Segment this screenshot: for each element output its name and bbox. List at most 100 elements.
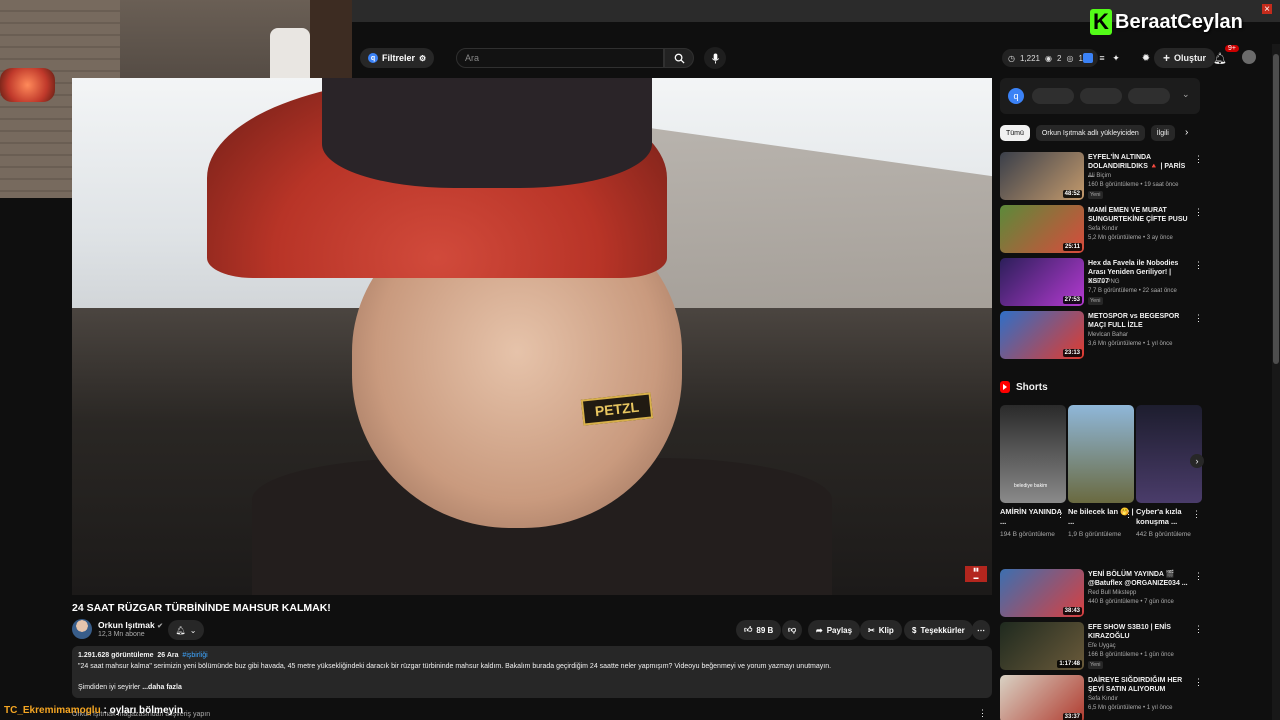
youtube-header: q Filtreler ⚙ Ara ◷ 1,221 ◉ 2 ◎ 153 ≡ ✦ … [352, 44, 1280, 72]
video-thumbnail[interactable]: 38:43 [1000, 569, 1084, 617]
more-vertical-icon[interactable]: ⋮ [1194, 207, 1203, 218]
short-thumbnail[interactable] [1068, 405, 1134, 503]
clip-button[interactable]: ✂ Klip [860, 620, 902, 640]
window-close-icon[interactable]: × [1262, 4, 1272, 15]
duration-badge: 38:43 [1062, 607, 1082, 615]
voice-search-button[interactable] [704, 47, 726, 69]
video-player[interactable]: PETZL ▮▮ ▬ [72, 78, 992, 595]
short-card[interactable]: Cyber'a kızla konuşma ... 442 B görüntüle… [1136, 405, 1202, 539]
channel-name[interactable]: Orkun Işıtmak ✔ [98, 620, 163, 630]
account-avatar[interactable] [1242, 50, 1256, 64]
video-thumbnail[interactable]: 1:17:48 [1000, 622, 1084, 670]
channel-name[interactable]: Sefa Kındır [1088, 226, 1118, 232]
video-thumbnail[interactable]: 33:37 [1000, 675, 1084, 720]
more-horizontal-icon: ⋯ [977, 625, 985, 635]
extension-pill-1[interactable] [1032, 88, 1074, 104]
share-icon: ➦ [816, 625, 823, 635]
subscription-bell-button[interactable]: 🔔︎ ⌄ [168, 620, 204, 640]
video-recommendation[interactable]: 27:53 Hex da Favela ile Nobodies Arası Ye… [1000, 258, 1203, 308]
extension-pill-3[interactable] [1128, 88, 1170, 104]
video-recommendation[interactable]: 23:13 METOSPOR vs BEGESPOR MAÇI FULL İZLE… [1000, 311, 1203, 361]
subscribe-watermark-icon[interactable]: ▮▮ ▬ [965, 566, 987, 582]
video-meta: 160 B görüntüleme • 19 saat önce [1088, 182, 1179, 188]
more-vertical-icon[interactable]: ⋮ [1194, 260, 1203, 271]
hashtag-link[interactable]: #işbirliği [182, 652, 207, 659]
video-recommendation[interactable]: 33:37 DAİREYE SIĞDIRDIĞIM HER ŞEYİ SATIN … [1000, 675, 1203, 720]
notification-badge: 9+ [1225, 45, 1239, 52]
channel-name[interactable]: Mevlcan Bahar [1088, 332, 1128, 338]
more-vertical-icon[interactable]: ⋮ [1194, 154, 1203, 165]
more-vertical-icon[interactable]: ⋮ [1192, 509, 1201, 520]
video-thumbnail[interactable]: 27:53 [1000, 258, 1084, 306]
channel-name[interactable]: DDRP PNG [1088, 279, 1120, 285]
video-title[interactable]: YENİ BÖLÜM YAYINDA 🎬 @Batuflex @ORGANIZE… [1088, 570, 1188, 588]
shorts-next-icon[interactable]: › [1190, 454, 1204, 468]
chat-text: : oyları bölmeyin [103, 705, 183, 716]
view-icon: ◎ [1066, 53, 1074, 63]
video-recommendation[interactable]: 38:43 YENİ BÖLÜM YAYINDA 🎬 @Batuflex @ORG… [1000, 569, 1203, 619]
store-more-icon[interactable]: ⋮ [978, 708, 987, 719]
short-views: 442 B görüntüleme [1136, 531, 1191, 538]
channel-name[interactable]: Red Bull Mikstepp [1088, 590, 1136, 596]
new-badge: Yeni [1088, 297, 1103, 305]
dislike-button[interactable]: 👎︎ [782, 620, 803, 640]
search-button[interactable] [664, 48, 694, 68]
thanks-button[interactable]: $ Teşekkürler [904, 620, 973, 640]
scrollbar-thumb[interactable] [1273, 54, 1279, 364]
channel-name[interactable]: Sefa Kındır [1088, 696, 1118, 702]
video-recommendation[interactable]: 48:52 EYFEL'İN ALTINDA DOLANDIRILDIKS 🔺 |… [1000, 152, 1203, 202]
settings-icon[interactable]: ✹ [1138, 50, 1154, 66]
channel-avatar[interactable] [72, 619, 92, 639]
duration-badge: 23:13 [1062, 349, 1082, 357]
short-card[interactable]: Ne bilecek lan 🤭 | ... 1,9 B görüntüleme ⋮ [1068, 405, 1134, 539]
shorts-icon [1000, 381, 1010, 393]
search-input[interactable]: Ara [456, 48, 664, 68]
short-card[interactable]: belediye bakim AMİRİN YANINDA ... 194 B gö… [1000, 405, 1066, 539]
short-thumbnail[interactable]: belediye bakim [1000, 405, 1066, 503]
more-vertical-icon[interactable]: ⋮ [1194, 677, 1203, 688]
puzzle-icon[interactable]: ✦ [1108, 50, 1124, 66]
webcam-heater [0, 68, 55, 102]
like-button[interactable]: 👍︎ 89 B [736, 620, 782, 640]
chevron-right-icon[interactable]: › [1185, 127, 1188, 138]
chip-uploader[interactable]: Orkun Işıtmak adlı yükleyiciden [1035, 125, 1145, 141]
description-box[interactable]: 1.291.628 görüntüleme 26 Ara #işbirliği … [72, 646, 992, 698]
plus-icon: + [1163, 51, 1171, 65]
extension-panel[interactable]: q ⌄ [1000, 78, 1200, 114]
channel-row: Orkun Işıtmak ✔ 12,3 Mn abone 🔔︎ ⌄ 👍︎ 89… [72, 618, 992, 642]
bell-icon: 🔔︎ [175, 625, 186, 635]
show-more-link[interactable]: ...daha fazla [142, 684, 182, 691]
share-button[interactable]: ➦ Paylaş [808, 620, 861, 640]
extension-pill-2[interactable] [1080, 88, 1122, 104]
video-thumbnail[interactable]: 48:52 [1000, 152, 1084, 200]
chevron-down-icon[interactable]: ⌄ [1182, 89, 1190, 100]
video-title[interactable]: METOSPOR vs BEGESPOR MAÇI FULL İZLE [1088, 312, 1188, 330]
video-recommendation[interactable]: 1:17:48 EFE SHOW S3B10 | ENİS KIRAZOĞLU Ef… [1000, 622, 1203, 672]
filters-button[interactable]: q Filtreler ⚙ [360, 48, 435, 68]
more-actions-button[interactable]: ⋯ [972, 620, 990, 640]
page-scrollbar[interactable] [1272, 44, 1280, 720]
more-vertical-icon[interactable]: ⋮ [1194, 624, 1203, 635]
channel-name[interactable]: Efe Uygaç [1088, 643, 1116, 649]
video-title[interactable]: EFE SHOW S3B10 | ENİS KIRAZOĞLU [1088, 623, 1188, 641]
create-label: Oluştur [1174, 53, 1207, 63]
chip-related[interactable]: İlgili [1150, 125, 1175, 141]
video-recommendation[interactable]: 25:11 MAMİ EMEN VE MURAT SUNGURTEKİNE ÇİF… [1000, 205, 1203, 255]
bell-icon[interactable]: 🔔︎ [1212, 50, 1228, 66]
chip-all[interactable]: Tümü [1000, 125, 1030, 141]
video-thumbnail[interactable]: 25:11 [1000, 205, 1084, 253]
like-count: 89 B [756, 625, 774, 635]
more-vertical-icon[interactable]: ⋮ [1194, 571, 1203, 582]
video-title[interactable]: DAİREYE SIĞDIRDIĞIM HER ŞEYİ SATIN ALIYO… [1088, 676, 1188, 694]
more-vertical-icon[interactable]: ⋮ [1194, 313, 1203, 324]
thanks-label: Teşekkürler [920, 625, 965, 635]
short-thumbnail[interactable] [1136, 405, 1202, 503]
channel-name[interactable]: Ali Biçim [1088, 173, 1111, 179]
video-thumbnail[interactable]: 23:13 [1000, 311, 1084, 359]
create-button[interactable]: + Oluştur [1154, 48, 1216, 68]
video-title[interactable]: MAMİ EMEN VE MURAT SUNGURTEKİNE ÇİFTE PU… [1088, 206, 1188, 224]
more-vertical-icon[interactable]: ⋮ [1056, 509, 1065, 520]
video-meta: 6,5 Mn görüntüleme • 1 yıl önce [1088, 705, 1173, 711]
more-vertical-icon[interactable]: ⋮ [1124, 509, 1133, 520]
duration-badge: 48:52 [1062, 190, 1082, 198]
